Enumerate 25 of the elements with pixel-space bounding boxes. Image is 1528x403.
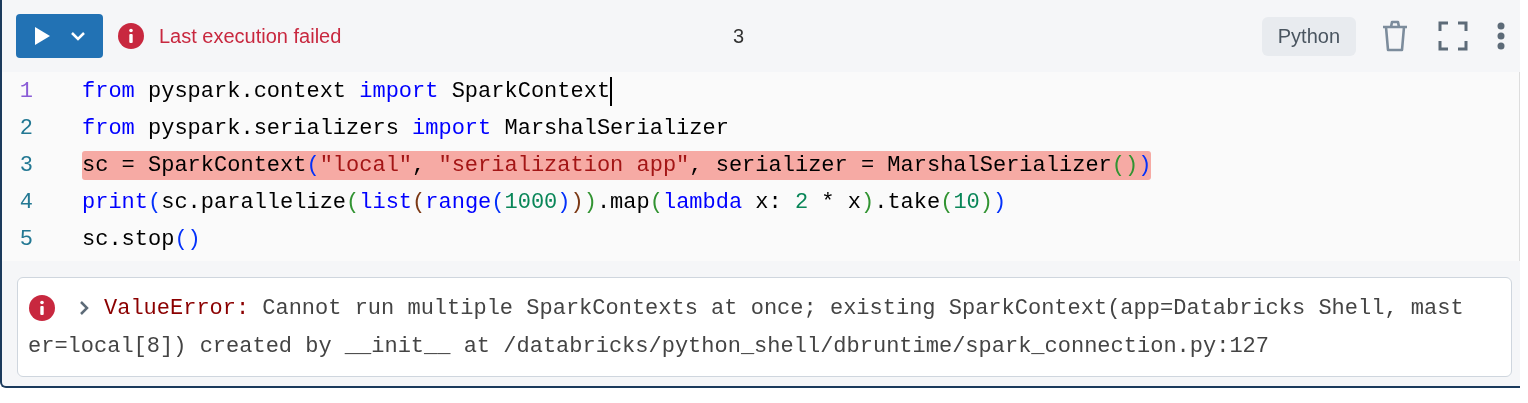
code-line: from pyspark.serializers import MarshalSerializer xyxy=(82,115,729,143)
language-button[interactable]: Python xyxy=(1261,16,1356,56)
code-line: from pyspark.context import SparkContext xyxy=(82,77,613,106)
error-message: Cannot run multiple SparkContexts at once; existing SparkContext(app=Databricks Shell, mast xyxy=(262,295,1464,321)
error-icon xyxy=(117,22,145,50)
line-number: 3 xyxy=(18,153,34,178)
error-type: ValueError: xyxy=(104,295,250,321)
line-number: 4 xyxy=(18,190,34,215)
run-button[interactable] xyxy=(16,14,103,58)
status-text: Last execution failed xyxy=(159,24,343,48)
cell-number: 3 xyxy=(733,24,745,48)
error-message: er=local[8]) created by __init__ at /databricks/python_shell/dbruntime/spark_connection.py:127 xyxy=(28,333,1269,359)
line-number: 2 xyxy=(18,116,34,141)
fullscreen-icon[interactable] xyxy=(1438,21,1468,51)
play-icon xyxy=(33,26,52,46)
code-line: sc.stop() xyxy=(82,226,201,254)
line-number: 5 xyxy=(18,227,34,252)
code-editor[interactable] xyxy=(2,72,1520,261)
error-icon xyxy=(28,294,56,322)
chevron-right-icon[interactable] xyxy=(78,300,90,316)
code-line: print(sc.parallelize(list(range(1000))).map(lambda x: 2 * x).take(10)) xyxy=(82,189,1007,217)
line-number: 1 xyxy=(18,79,34,104)
more-icon[interactable] xyxy=(1496,21,1506,51)
trash-icon[interactable] xyxy=(1380,19,1410,53)
chevron-down-icon xyxy=(69,31,86,41)
